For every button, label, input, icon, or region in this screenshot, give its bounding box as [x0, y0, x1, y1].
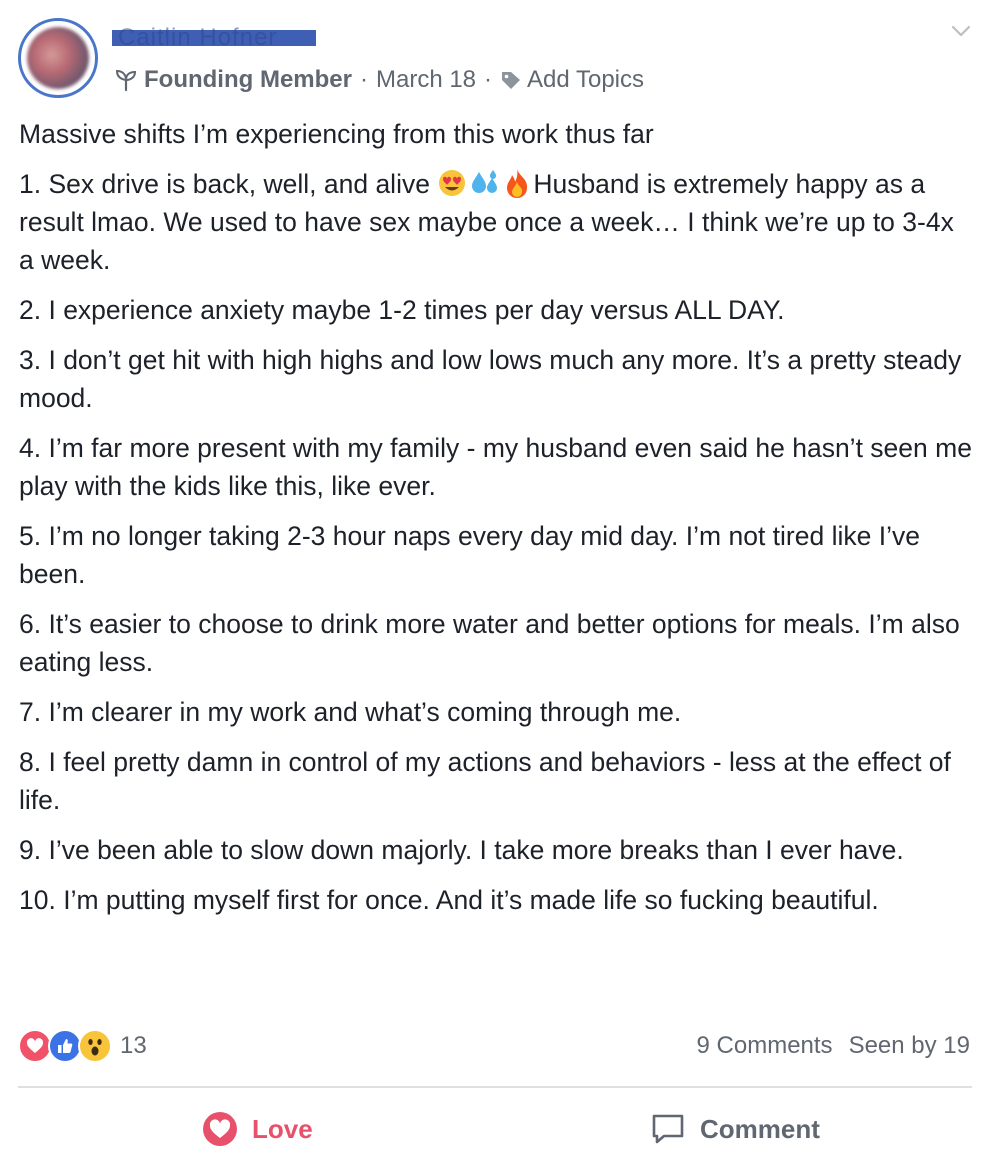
post-item: 1. Sex drive is back, well, and alive Hu… — [19, 169, 954, 275]
like-reaction-icon — [48, 1029, 82, 1063]
wow-reaction-icon — [78, 1029, 112, 1063]
chevron-down-icon[interactable] — [950, 22, 972, 40]
comments-count-link[interactable]: 9 Comments — [697, 1032, 833, 1060]
post-item: 9. I’ve been able to slow down majorly. … — [19, 835, 904, 865]
comment-icon — [652, 1114, 684, 1144]
reaction-count: 13 — [120, 1032, 147, 1059]
sprout-icon — [115, 69, 137, 92]
member-badge: Founding Member — [144, 66, 352, 93]
tag-icon — [502, 72, 521, 89]
post-meta: Founding Member · March 18 · Add Topics — [114, 64, 644, 96]
love-button[interactable]: Love — [202, 1108, 313, 1150]
comment-label: Comment — [700, 1113, 820, 1144]
meta-separator: · — [484, 66, 493, 93]
post-stats: 9 Comments Seen by 19 — [697, 1029, 970, 1063]
meta-separator: · — [359, 66, 368, 93]
add-topics-link[interactable]: Add Topics — [527, 66, 644, 94]
seen-by-link[interactable]: Seen by 19 — [849, 1032, 970, 1060]
comment-button[interactable]: Comment — [650, 1108, 820, 1150]
avatar-image — [27, 27, 89, 89]
post-item: 5. I’m no longer taking 2-3 hour naps ev… — [19, 521, 920, 589]
heart-eyes-emoji-icon — [439, 170, 466, 196]
post-item: 6. It’s easier to choose to drink more w… — [19, 609, 960, 677]
avatar[interactable] — [18, 18, 98, 98]
sweat-droplets-emoji-icon — [472, 170, 498, 193]
post-item: 3. I don’t get hit with high highs and l… — [19, 345, 962, 413]
post-item: 8. I feel pretty damn in control of my a… — [19, 747, 951, 815]
author-name-redacted[interactable]: Caitlin Hofner — [112, 24, 316, 51]
divider — [18, 1086, 972, 1088]
post-date[interactable]: March 18 — [376, 66, 476, 94]
post-item: 2. I experience anxiety maybe 1-2 times … — [19, 295, 785, 325]
love-reaction-icon — [18, 1029, 52, 1063]
post-item: 7. I’m clearer in my work and what’s com… — [19, 697, 682, 727]
reaction-summary[interactable]: 13 — [18, 1029, 147, 1063]
post-intro: Massive shifts I’m experiencing from thi… — [19, 119, 654, 149]
post-body: Massive shifts I’m experiencing from thi… — [19, 115, 974, 931]
group-post: Caitlin Hofner Founding Member · March 1… — [0, 0, 992, 1162]
post-item: 4. I’m far more present with my family -… — [19, 433, 972, 501]
love-label: Love — [252, 1113, 313, 1144]
fire-emoji-icon — [507, 169, 528, 198]
post-item: 10. I’m putting myself first for once. A… — [19, 885, 879, 915]
heart-icon — [203, 1112, 237, 1146]
